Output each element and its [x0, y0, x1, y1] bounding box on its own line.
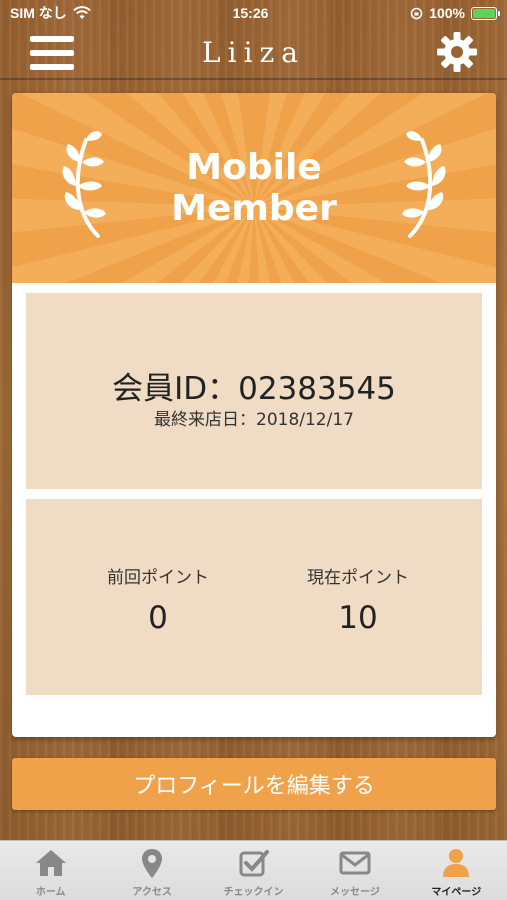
app-title: Liiza: [202, 35, 305, 69]
mobile-member-banner: Mobile Member: [12, 93, 496, 283]
nav-divider: [0, 78, 507, 80]
tab-checkin-label: チェックイン: [223, 887, 284, 898]
carrier-label: SIM なし: [10, 5, 67, 21]
gear-icon[interactable]: [435, 30, 479, 74]
status-right: 100%: [410, 5, 500, 21]
previous-points: 前回ポイント 0: [58, 563, 258, 636]
user-icon: [443, 849, 470, 877]
battery-percent: 100%: [429, 5, 465, 21]
orientation-lock-icon: [410, 7, 423, 19]
member-card: Mobile Member 会員ID：02383545 最終来店日：2018/1…: [12, 93, 496, 737]
edit-profile-button[interactable]: プロフィールを編集する: [12, 758, 496, 810]
home-icon: [35, 850, 66, 876]
location-pin-icon: [142, 849, 163, 878]
member-info-panel: 会員ID：02383545 最終来店日：2018/12/17: [26, 293, 482, 489]
menu-bar-top: [30, 36, 74, 42]
tab-mypage-label: マイページ: [431, 887, 482, 898]
current-points-value: 10: [338, 600, 378, 636]
laurel-left-icon: [62, 131, 106, 238]
previous-points-value: 0: [148, 600, 168, 636]
tab-mypage[interactable]: マイページ: [406, 841, 507, 900]
mail-icon: [339, 851, 371, 875]
status-bar: SIM なし 15:26 100%: [0, 0, 507, 26]
previous-points-label: 前回ポイント: [107, 568, 209, 588]
banner-line2: Member: [171, 188, 337, 229]
menu-bar-middle: [30, 50, 74, 56]
last-visit-date: 最終来店日：2018/12/17: [154, 410, 354, 430]
wifi-icon: [73, 6, 91, 19]
nav-bar: Liiza: [0, 26, 507, 78]
menu-bar-bottom: [30, 64, 74, 70]
tab-access-label: アクセス: [132, 887, 172, 898]
tab-home[interactable]: ホーム: [0, 841, 101, 900]
member-id: 会員ID：02383545: [112, 371, 396, 407]
current-points: 現在ポイント 10: [258, 563, 458, 636]
status-left: SIM なし: [10, 3, 91, 23]
tab-checkin[interactable]: チェックイン: [203, 841, 304, 900]
clock: 15:26: [232, 5, 269, 21]
tab-home-label: ホーム: [35, 887, 66, 898]
tab-message-label: メッセージ: [330, 887, 380, 898]
banner-line1: Mobile: [186, 147, 322, 188]
tab-message[interactable]: メッセージ: [304, 841, 405, 900]
tab-bar: ホーム アクセス チェックイン メッセージ マイページ: [0, 840, 507, 900]
checkin-icon: [239, 850, 269, 877]
battery-icon: [471, 6, 500, 20]
tab-access[interactable]: アクセス: [101, 841, 202, 900]
battery-fill: [473, 8, 495, 18]
laurel-right-icon: [402, 131, 446, 238]
banner-title: Mobile Member: [171, 147, 337, 229]
hamburger-menu-icon[interactable]: [30, 36, 74, 70]
current-points-label: 現在ポイント: [307, 568, 409, 588]
points-panel: 前回ポイント 0 現在ポイント 10: [26, 499, 482, 695]
